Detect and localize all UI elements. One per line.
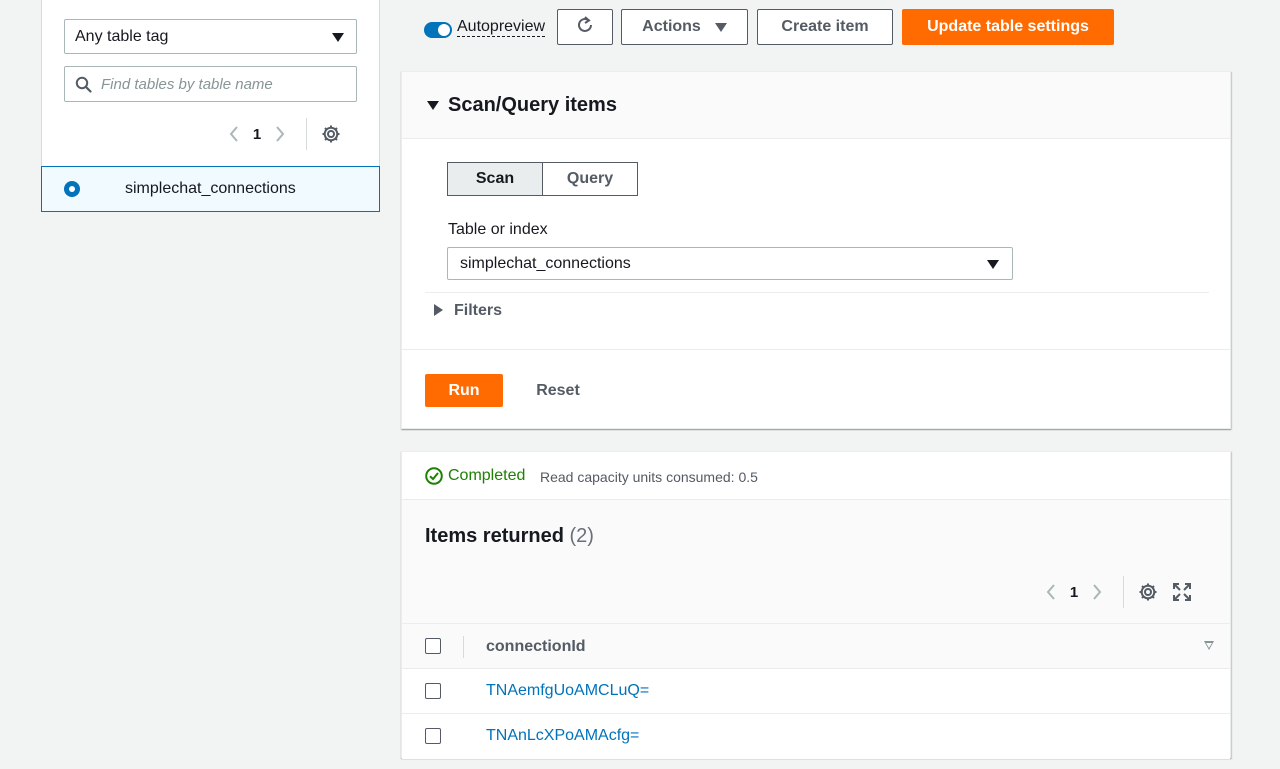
run-button[interactable]: Run (425, 374, 503, 407)
next-page-icon[interactable] (1089, 582, 1105, 602)
caret-down-icon (714, 22, 727, 32)
collapse-triangle-icon[interactable] (427, 101, 439, 110)
table-search-field[interactable] (64, 66, 357, 102)
connection-id-link[interactable]: TNAemfgUoAMCLuQ= (486, 682, 649, 700)
row-checkbox[interactable] (425, 728, 441, 744)
tables-pagination: 1 (226, 118, 341, 150)
results-panel: Completed Read capacity units consumed: … (401, 451, 1231, 759)
tables-panel: Any table tag 1 simplechat_connections (41, 0, 380, 213)
tables-panel-filters: Any table tag 1 (41, 0, 380, 166)
reset-button[interactable]: Reset (520, 374, 596, 407)
tab-query[interactable]: Query (542, 162, 638, 196)
fullscreen-icon[interactable] (1172, 582, 1192, 602)
sort-icon[interactable] (1204, 641, 1214, 650)
filters-label[interactable]: Filters (454, 302, 502, 320)
table-row: TNAemfgUoAMCLuQ= (402, 669, 1230, 714)
select-all-checkbox[interactable] (425, 638, 441, 654)
tab-scan[interactable]: Scan (447, 162, 543, 196)
actions-button[interactable]: Actions (621, 9, 748, 45)
column-header-connectionid[interactable]: connectionId (486, 638, 586, 656)
table-header-row: connectionId (402, 624, 1230, 669)
refresh-icon (575, 15, 595, 40)
items-returned-count: (2) (569, 525, 594, 547)
table-row: TNAnLcXPoAMAcfg= (402, 714, 1230, 759)
autopreview-toggle[interactable] (424, 22, 452, 38)
column-divider (463, 636, 464, 658)
items-returned-title: Items returned (2) (425, 525, 594, 548)
items-returned-label: Items returned (425, 525, 564, 547)
table-name: simplechat_connections (125, 180, 296, 197)
refresh-button[interactable] (557, 9, 613, 45)
items-toolbar: Autopreview Actions Create item Update t… (424, 9, 1124, 45)
next-page-icon[interactable] (272, 124, 288, 144)
status-completed: Completed (448, 467, 526, 484)
current-page-number[interactable]: 1 (1059, 584, 1089, 601)
expand-triangle-icon[interactable] (434, 304, 443, 316)
pagination-divider (306, 118, 307, 150)
table-list-item[interactable]: simplechat_connections (41, 166, 380, 212)
current-page-number[interactable]: 1 (242, 126, 272, 143)
items-pagination: 1 (1043, 576, 1192, 608)
create-item-button[interactable]: Create item (757, 9, 893, 45)
status-row: Completed Read capacity units consumed: … (402, 452, 1230, 500)
search-icon (75, 76, 92, 96)
caret-down-icon (987, 260, 999, 269)
autopreview-label[interactable]: Autopreview (457, 18, 546, 37)
settings-gear-icon[interactable] (321, 124, 341, 144)
settings-gear-icon[interactable] (1138, 582, 1158, 602)
scan-query-header[interactable]: Scan/Query items (402, 72, 1230, 139)
read-capacity-text: Read capacity units consumed: 0.5 (540, 469, 758, 485)
items-header: Items returned (2) 1 (402, 500, 1230, 624)
scan-query-footer: Run Reset (402, 349, 1230, 429)
connection-id-link[interactable]: TNAnLcXPoAMAcfg= (486, 727, 639, 745)
table-search-input[interactable] (101, 75, 348, 93)
pagination-divider (1123, 576, 1124, 608)
update-table-settings-button[interactable]: Update table settings (902, 9, 1114, 45)
previous-page-icon[interactable] (226, 124, 242, 144)
table-or-index-select[interactable]: simplechat_connections (447, 247, 1013, 280)
check-circle-icon (425, 467, 443, 488)
previous-page-icon[interactable] (1043, 582, 1059, 602)
actions-button-label: Actions (642, 18, 701, 35)
table-tag-select[interactable]: Any table tag (64, 19, 357, 54)
scan-query-title: Scan/Query items (448, 94, 617, 116)
table-tag-select-value: Any table tag (75, 27, 169, 45)
table-or-index-label: Table or index (448, 221, 548, 238)
row-checkbox[interactable] (425, 683, 441, 699)
table-radio-button[interactable] (64, 181, 80, 197)
filters-expander[interactable]: Filters (425, 292, 1209, 332)
table-or-index-value: simplechat_connections (460, 254, 631, 272)
scan-query-panel: Scan/Query items Scan Query Table or ind… (401, 71, 1231, 429)
caret-down-icon (332, 33, 344, 42)
